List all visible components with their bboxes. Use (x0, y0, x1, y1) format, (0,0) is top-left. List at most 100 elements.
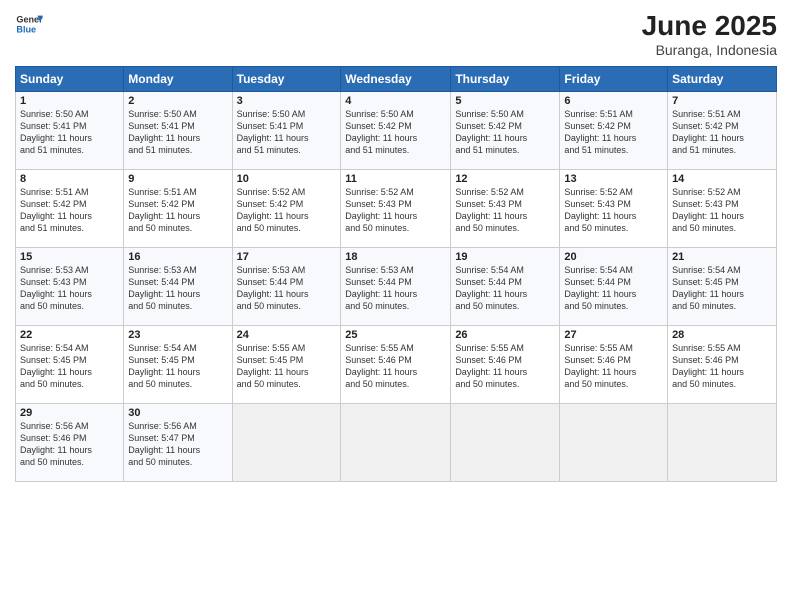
day-number: 7 (672, 95, 772, 107)
day-number: 11 (345, 173, 446, 185)
page: General Blue June 2025 Buranga, Indonesi… (0, 0, 792, 612)
day-info: Sunrise: 5:50 AMSunset: 5:41 PMDaylight:… (20, 109, 92, 155)
day-info: Sunrise: 5:50 AMSunset: 5:42 PMDaylight:… (345, 109, 417, 155)
col-saturday: Saturday (668, 67, 777, 92)
col-monday: Monday (124, 67, 232, 92)
day-number: 21 (672, 251, 772, 263)
day-info: Sunrise: 5:54 AMSunset: 5:45 PMDaylight:… (672, 265, 744, 311)
day-info: Sunrise: 5:52 AMSunset: 5:43 PMDaylight:… (345, 187, 417, 233)
day-info: Sunrise: 5:55 AMSunset: 5:46 PMDaylight:… (345, 343, 417, 389)
day-info: Sunrise: 5:51 AMSunset: 5:42 PMDaylight:… (672, 109, 744, 155)
table-row: 1 Sunrise: 5:50 AMSunset: 5:41 PMDayligh… (16, 92, 124, 170)
day-number: 2 (128, 95, 227, 107)
table-row: 30 Sunrise: 5:56 AMSunset: 5:47 PMDaylig… (124, 404, 232, 482)
header: General Blue June 2025 Buranga, Indonesi… (15, 10, 777, 58)
day-number: 14 (672, 173, 772, 185)
day-number: 10 (237, 173, 337, 185)
day-info: Sunrise: 5:53 AMSunset: 5:44 PMDaylight:… (345, 265, 417, 311)
month-title: June 2025 (642, 10, 777, 42)
calendar-table: Sunday Monday Tuesday Wednesday Thursday… (15, 66, 777, 482)
day-info: Sunrise: 5:54 AMSunset: 5:44 PMDaylight:… (564, 265, 636, 311)
calendar-week-row: 22 Sunrise: 5:54 AMSunset: 5:45 PMDaylig… (16, 326, 777, 404)
day-info: Sunrise: 5:55 AMSunset: 5:46 PMDaylight:… (564, 343, 636, 389)
table-row: 10 Sunrise: 5:52 AMSunset: 5:42 PMDaylig… (232, 170, 341, 248)
day-info: Sunrise: 5:52 AMSunset: 5:43 PMDaylight:… (672, 187, 744, 233)
day-number: 8 (20, 173, 119, 185)
day-number: 28 (672, 329, 772, 341)
day-info: Sunrise: 5:54 AMSunset: 5:45 PMDaylight:… (20, 343, 92, 389)
table-row: 20 Sunrise: 5:54 AMSunset: 5:44 PMDaylig… (560, 248, 668, 326)
table-row: 13 Sunrise: 5:52 AMSunset: 5:43 PMDaylig… (560, 170, 668, 248)
table-row: 11 Sunrise: 5:52 AMSunset: 5:43 PMDaylig… (341, 170, 451, 248)
table-row: 24 Sunrise: 5:55 AMSunset: 5:45 PMDaylig… (232, 326, 341, 404)
day-number: 1 (20, 95, 119, 107)
day-info: Sunrise: 5:52 AMSunset: 5:43 PMDaylight:… (455, 187, 527, 233)
table-row: 15 Sunrise: 5:53 AMSunset: 5:43 PMDaylig… (16, 248, 124, 326)
table-row: 7 Sunrise: 5:51 AMSunset: 5:42 PMDayligh… (668, 92, 777, 170)
table-row (668, 404, 777, 482)
table-row: 6 Sunrise: 5:51 AMSunset: 5:42 PMDayligh… (560, 92, 668, 170)
day-info: Sunrise: 5:54 AMSunset: 5:44 PMDaylight:… (455, 265, 527, 311)
calendar-week-row: 15 Sunrise: 5:53 AMSunset: 5:43 PMDaylig… (16, 248, 777, 326)
table-row: 14 Sunrise: 5:52 AMSunset: 5:43 PMDaylig… (668, 170, 777, 248)
day-info: Sunrise: 5:55 AMSunset: 5:46 PMDaylight:… (455, 343, 527, 389)
table-row: 22 Sunrise: 5:54 AMSunset: 5:45 PMDaylig… (16, 326, 124, 404)
day-info: Sunrise: 5:52 AMSunset: 5:42 PMDaylight:… (237, 187, 309, 233)
col-thursday: Thursday (451, 67, 560, 92)
day-number: 20 (564, 251, 663, 263)
day-info: Sunrise: 5:51 AMSunset: 5:42 PMDaylight:… (128, 187, 200, 233)
day-info: Sunrise: 5:52 AMSunset: 5:43 PMDaylight:… (564, 187, 636, 233)
table-row: 17 Sunrise: 5:53 AMSunset: 5:44 PMDaylig… (232, 248, 341, 326)
day-info: Sunrise: 5:51 AMSunset: 5:42 PMDaylight:… (20, 187, 92, 233)
day-info: Sunrise: 5:56 AMSunset: 5:46 PMDaylight:… (20, 421, 92, 467)
table-row: 21 Sunrise: 5:54 AMSunset: 5:45 PMDaylig… (668, 248, 777, 326)
table-row: 5 Sunrise: 5:50 AMSunset: 5:42 PMDayligh… (451, 92, 560, 170)
table-row (451, 404, 560, 482)
day-number: 12 (455, 173, 555, 185)
table-row: 29 Sunrise: 5:56 AMSunset: 5:46 PMDaylig… (16, 404, 124, 482)
day-number: 5 (455, 95, 555, 107)
table-row: 23 Sunrise: 5:54 AMSunset: 5:45 PMDaylig… (124, 326, 232, 404)
table-row: 9 Sunrise: 5:51 AMSunset: 5:42 PMDayligh… (124, 170, 232, 248)
day-info: Sunrise: 5:55 AMSunset: 5:45 PMDaylight:… (237, 343, 309, 389)
table-row: 3 Sunrise: 5:50 AMSunset: 5:41 PMDayligh… (232, 92, 341, 170)
table-row: 4 Sunrise: 5:50 AMSunset: 5:42 PMDayligh… (341, 92, 451, 170)
day-info: Sunrise: 5:50 AMSunset: 5:41 PMDaylight:… (237, 109, 309, 155)
day-number: 9 (128, 173, 227, 185)
table-row (341, 404, 451, 482)
day-info: Sunrise: 5:55 AMSunset: 5:46 PMDaylight:… (672, 343, 744, 389)
table-row: 28 Sunrise: 5:55 AMSunset: 5:46 PMDaylig… (668, 326, 777, 404)
col-friday: Friday (560, 67, 668, 92)
day-info: Sunrise: 5:53 AMSunset: 5:44 PMDaylight:… (237, 265, 309, 311)
day-number: 16 (128, 251, 227, 263)
table-row: 19 Sunrise: 5:54 AMSunset: 5:44 PMDaylig… (451, 248, 560, 326)
calendar-week-row: 8 Sunrise: 5:51 AMSunset: 5:42 PMDayligh… (16, 170, 777, 248)
day-number: 23 (128, 329, 227, 341)
title-block: June 2025 Buranga, Indonesia (642, 10, 777, 58)
day-info: Sunrise: 5:56 AMSunset: 5:47 PMDaylight:… (128, 421, 200, 467)
day-number: 18 (345, 251, 446, 263)
location: Buranga, Indonesia (642, 42, 777, 58)
logo-icon: General Blue (15, 10, 43, 38)
day-number: 15 (20, 251, 119, 263)
day-info: Sunrise: 5:50 AMSunset: 5:42 PMDaylight:… (455, 109, 527, 155)
table-row: 27 Sunrise: 5:55 AMSunset: 5:46 PMDaylig… (560, 326, 668, 404)
day-number: 13 (564, 173, 663, 185)
day-info: Sunrise: 5:53 AMSunset: 5:44 PMDaylight:… (128, 265, 200, 311)
table-row: 16 Sunrise: 5:53 AMSunset: 5:44 PMDaylig… (124, 248, 232, 326)
day-number: 30 (128, 407, 227, 419)
day-number: 4 (345, 95, 446, 107)
day-number: 3 (237, 95, 337, 107)
day-number: 26 (455, 329, 555, 341)
day-number: 19 (455, 251, 555, 263)
table-row (232, 404, 341, 482)
col-wednesday: Wednesday (341, 67, 451, 92)
table-row: 25 Sunrise: 5:55 AMSunset: 5:46 PMDaylig… (341, 326, 451, 404)
day-number: 25 (345, 329, 446, 341)
day-number: 17 (237, 251, 337, 263)
col-sunday: Sunday (16, 67, 124, 92)
svg-text:Blue: Blue (16, 24, 36, 34)
day-info: Sunrise: 5:50 AMSunset: 5:41 PMDaylight:… (128, 109, 200, 155)
day-info: Sunrise: 5:53 AMSunset: 5:43 PMDaylight:… (20, 265, 92, 311)
table-row: 18 Sunrise: 5:53 AMSunset: 5:44 PMDaylig… (341, 248, 451, 326)
